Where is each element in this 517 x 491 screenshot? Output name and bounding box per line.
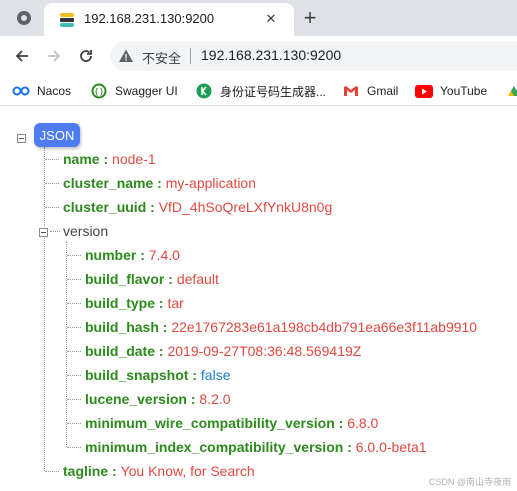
watermark: CSDN @南山寺夜雨 (428, 477, 511, 487)
tree-branch (67, 351, 81, 352)
json-row-build-date: build_date : 2019-09-27T08:36:48.569419Z (85, 343, 362, 359)
tree-branch (45, 471, 59, 472)
elastic-favicon-icon (59, 12, 75, 28)
tab-strip: 192.168.231.130:9200 ✕ + (0, 0, 517, 36)
svg-text:{}: {} (94, 87, 104, 96)
tree-branch (67, 327, 81, 328)
json-row-number: number : 7.4.0 (85, 247, 180, 263)
back-arrow-icon[interactable] (8, 42, 36, 70)
json-row-lucene-version: lucene_version : 8.2.0 (85, 391, 231, 407)
tree-branch (67, 375, 81, 376)
swagger-icon: {} (90, 82, 108, 100)
omnibox-divider (190, 48, 191, 64)
reload-icon[interactable] (72, 42, 100, 70)
tab-title: 192.168.231.130:9200 (84, 11, 215, 26)
root-collapse-toggle[interactable] (17, 134, 26, 143)
tree-branch (67, 255, 81, 256)
toolbar: 不安全 192.168.231.130:9200 (0, 36, 517, 76)
tree-branch (67, 399, 81, 400)
tree-branch (67, 423, 81, 424)
tree-branch (50, 231, 60, 232)
new-tab-plus-icon[interactable]: + (298, 5, 322, 30)
json-row-min-index-compat: minimum_index_compatibility_version : 6.… (85, 439, 427, 455)
bookmark-nacos[interactable]: Nacos (12, 82, 71, 100)
active-tab[interactable]: 192.168.231.130:9200 ✕ (44, 3, 294, 36)
tree-branch (45, 159, 59, 160)
json-row-name: name : node-1 (63, 151, 156, 167)
json-row-build-hash: build_hash : 22e1767283e61a198cb4db791ea… (85, 319, 478, 335)
tree-branch (67, 279, 81, 280)
json-root-badge[interactable]: JSON (34, 123, 80, 147)
tree-branch (45, 183, 59, 184)
bookmark-swagger[interactable]: {} Swagger UI (90, 82, 178, 100)
bookmark-youtube[interactable]: YouTube (415, 82, 487, 100)
json-row-cluster-uuid: cluster_uuid : VfD_4hSoQreLXfYnkU8n0g (63, 199, 333, 215)
bookmark-overflow-icon[interactable] (505, 82, 517, 100)
bookmarks-bar: Nacos {} Swagger UI 身份证号码生成器... Gmail Yo… (0, 76, 517, 106)
json-row-build-flavor: build_flavor : default (85, 271, 219, 287)
json-row-cluster-name: cluster_name : my-application (63, 175, 256, 191)
bookmark-gmail[interactable]: Gmail (342, 82, 398, 100)
green-k-icon (195, 82, 213, 100)
json-row-tagline: tagline : You Know, for Search (63, 463, 255, 479)
url-text[interactable]: 192.168.231.130:9200 (201, 47, 341, 63)
warning-triangle-icon[interactable] (118, 48, 134, 64)
gmail-icon (342, 82, 360, 100)
nacos-icon (12, 82, 30, 100)
forward-arrow-icon[interactable] (40, 42, 68, 70)
json-viewer: JSON name : node-1 cluster_name : my-app… (0, 107, 517, 491)
tree-branch (67, 447, 81, 448)
insecure-label[interactable]: 不安全 (142, 48, 181, 67)
tree-branch (45, 207, 59, 208)
inactive-tab-globe-icon[interactable] (10, 6, 38, 30)
address-bar[interactable]: 不安全 192.168.231.130:9200 (110, 41, 517, 71)
version-collapse-toggle[interactable] (39, 228, 48, 237)
json-row-build-type: build_type : tar (85, 295, 184, 311)
json-row-min-wire-compat: minimum_wire_compatibility_version : 6.8… (85, 415, 379, 431)
bookmark-id-generator[interactable]: 身份证号码生成器... (195, 82, 326, 100)
json-row-build-snapshot: build_snapshot : false (85, 367, 231, 383)
youtube-icon (415, 82, 433, 100)
root-tree-line (44, 147, 45, 471)
json-row-version[interactable]: version (63, 223, 108, 239)
version-tree-line (66, 241, 67, 447)
tree-branch (67, 303, 81, 304)
tab-close-icon[interactable]: ✕ (262, 10, 280, 28)
